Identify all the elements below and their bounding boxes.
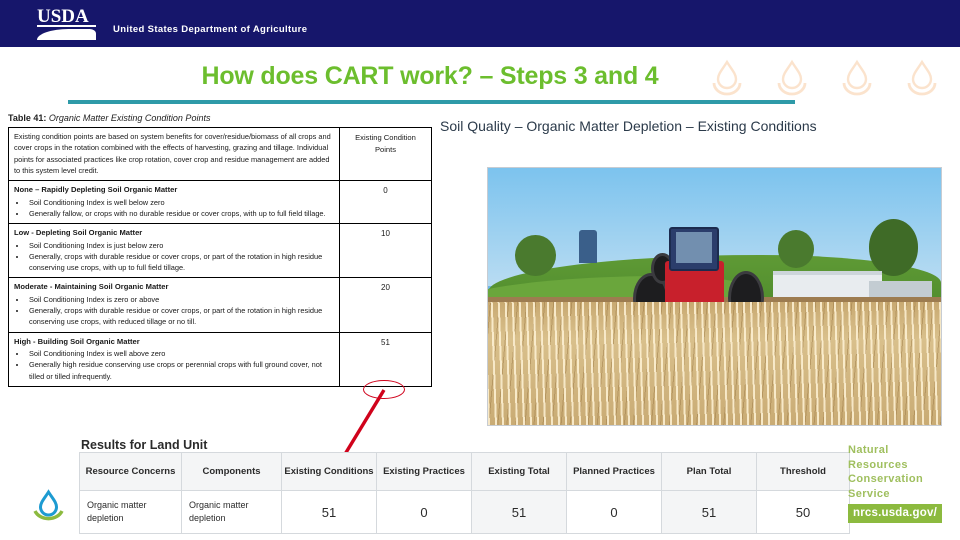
nrcs-url-badge[interactable]: nrcs.usda.gov/ [848,504,942,523]
table41-row-bullets: Soil Conditioning Index is zero or above… [27,294,334,328]
table41-row: None – Rapidly Depleting Soil Organic Ma… [8,179,432,225]
table41-bullet: Soil Conditioning Index is well below ze… [27,197,334,208]
table41-row-title: Moderate - Maintaining Soil Organic Matt… [14,282,169,292]
title-underline [68,100,795,104]
results-cell-plan-total: 51 [661,489,757,535]
table41-row-title: None – Rapidly Depleting Soil Organic Ma… [14,185,178,194]
photo-corn-stubble [488,301,941,425]
nrcs-wordmark: Natural Resources Conservation Service [848,443,923,501]
table41-caption: Table 41: Organic Matter Existing Condit… [8,113,210,123]
results-cell-threshold: 50 [756,489,850,535]
table41-row-bullets: Soil Conditioning Index is well above ze… [27,348,334,382]
section-subtitle: Soil Quality – Organic Matter Depletion … [440,118,817,134]
results-for-land-unit-table: Resource Concerns Components Existing Co… [79,452,850,535]
table41-cell-description: Low - Depleting Soil Organic Matter Soil… [8,223,340,279]
table41-cell-points: 0 [339,179,432,225]
table41-cell-points: 20 [339,277,432,333]
table41-header-row: Existing condition points are based on s… [8,127,432,181]
table41-existing-condition-points: Existing condition points are based on s… [8,127,432,387]
water-drop-decor-icon [842,59,872,96]
table41-cell-description: Moderate - Maintaining Soil Organic Matt… [8,277,340,333]
page-title: How does CART work? – Steps 3 and 4 [201,62,659,90]
usda-header-bar: USDA United States Department of Agricul… [0,0,960,47]
field-photo [487,167,942,426]
table41-bullet: Generally, crops with durable residue or… [27,305,334,328]
table41-cell-description: High - Building Soil Organic Matter Soil… [8,331,340,387]
water-drop-decor-icon [907,59,937,96]
results-col-planned-practices: Planned Practices [566,452,662,491]
usda-logo-swoosh-icon [37,29,96,40]
photo-tree [868,219,919,276]
results-col-existing-practices: Existing Practices [376,452,472,491]
table41-row-title: High - Building Soil Organic Matter [14,336,140,346]
results-col-existing-total: Existing Total [471,452,567,491]
slide: USDA United States Department of Agricul… [0,0,960,540]
photo-silo [578,229,597,264]
results-cell-resource-concerns: Organic matter depletion [79,489,182,535]
table41-row: Low - Depleting Soil Organic Matter Soil… [8,223,432,279]
table41-row: Moderate - Maintaining Soil Organic Matt… [8,277,432,333]
results-cell-planned-practices: 0 [566,489,662,535]
results-cell-existing-total: 51 [471,489,567,535]
results-col-components: Components [181,452,282,491]
nrcs-word-resources: Resources [848,458,908,471]
table41-bullet: Generally fallow, or crops with no durab… [27,208,334,219]
results-cell-existing-practices: 0 [376,489,472,535]
results-data-row: Organic matter depletion Organic matter … [79,489,850,535]
table41-bullet: Generally high residue conserving use cr… [27,359,334,382]
table41-cell-points: 10 [339,223,432,279]
table41-row-bullets: Soil Conditioning Index is just below ze… [27,240,334,274]
usda-agency-name: United States Department of Agriculture [113,24,308,35]
photo-tractor-glass [675,232,713,264]
photo-tree [515,234,556,276]
table41-header-points: Existing Condition Points [339,127,432,181]
nrcs-word-service: Service [848,487,890,500]
table41-bullet: Soil Conditioning Index is well above ze… [27,348,334,359]
results-cell-existing-conditions: 51 [281,489,377,535]
results-col-resource-concerns: Resource Concerns [79,452,182,491]
table41-row: High - Building Soil Organic Matter Soil… [8,331,432,387]
table41-bullet: Soil Conditioning Index is zero or above [27,294,334,305]
results-col-threshold: Threshold [756,452,850,491]
table41-caption-label: Table 41: [8,113,47,123]
table41-bullet: Soil Conditioning Index is just below ze… [27,240,334,251]
results-header-row: Resource Concerns Components Existing Co… [79,452,850,491]
table41-bullet: Generally, crops with durable residue or… [27,251,334,274]
table41-cell-points-highlighted: 51 [339,331,432,387]
table41-caption-title: Organic Matter Existing Condition Points [48,113,211,123]
nrcs-word-conservation: Conservation [848,473,924,486]
photo-tree [777,229,815,269]
nrcs-logo-icon [33,489,64,521]
usda-logo-rule [37,25,96,27]
table41-row-bullets: Soil Conditioning Index is well below ze… [27,197,334,220]
table41-row-title: Low - Depleting Soil Organic Matter [14,228,143,238]
table41-header-description: Existing condition points are based on s… [8,127,340,181]
water-drop-decor-icon [777,59,807,96]
results-title: Results for Land Unit [81,438,208,452]
results-col-existing-conditions: Existing Conditions [281,452,377,491]
water-drop-decor-icon [712,59,742,96]
table41-cell-description: None – Rapidly Depleting Soil Organic Ma… [8,179,340,225]
nrcs-word-natural: Natural [848,444,889,456]
results-col-plan-total: Plan Total [661,452,757,491]
results-cell-components: Organic matter depletion [181,489,282,535]
